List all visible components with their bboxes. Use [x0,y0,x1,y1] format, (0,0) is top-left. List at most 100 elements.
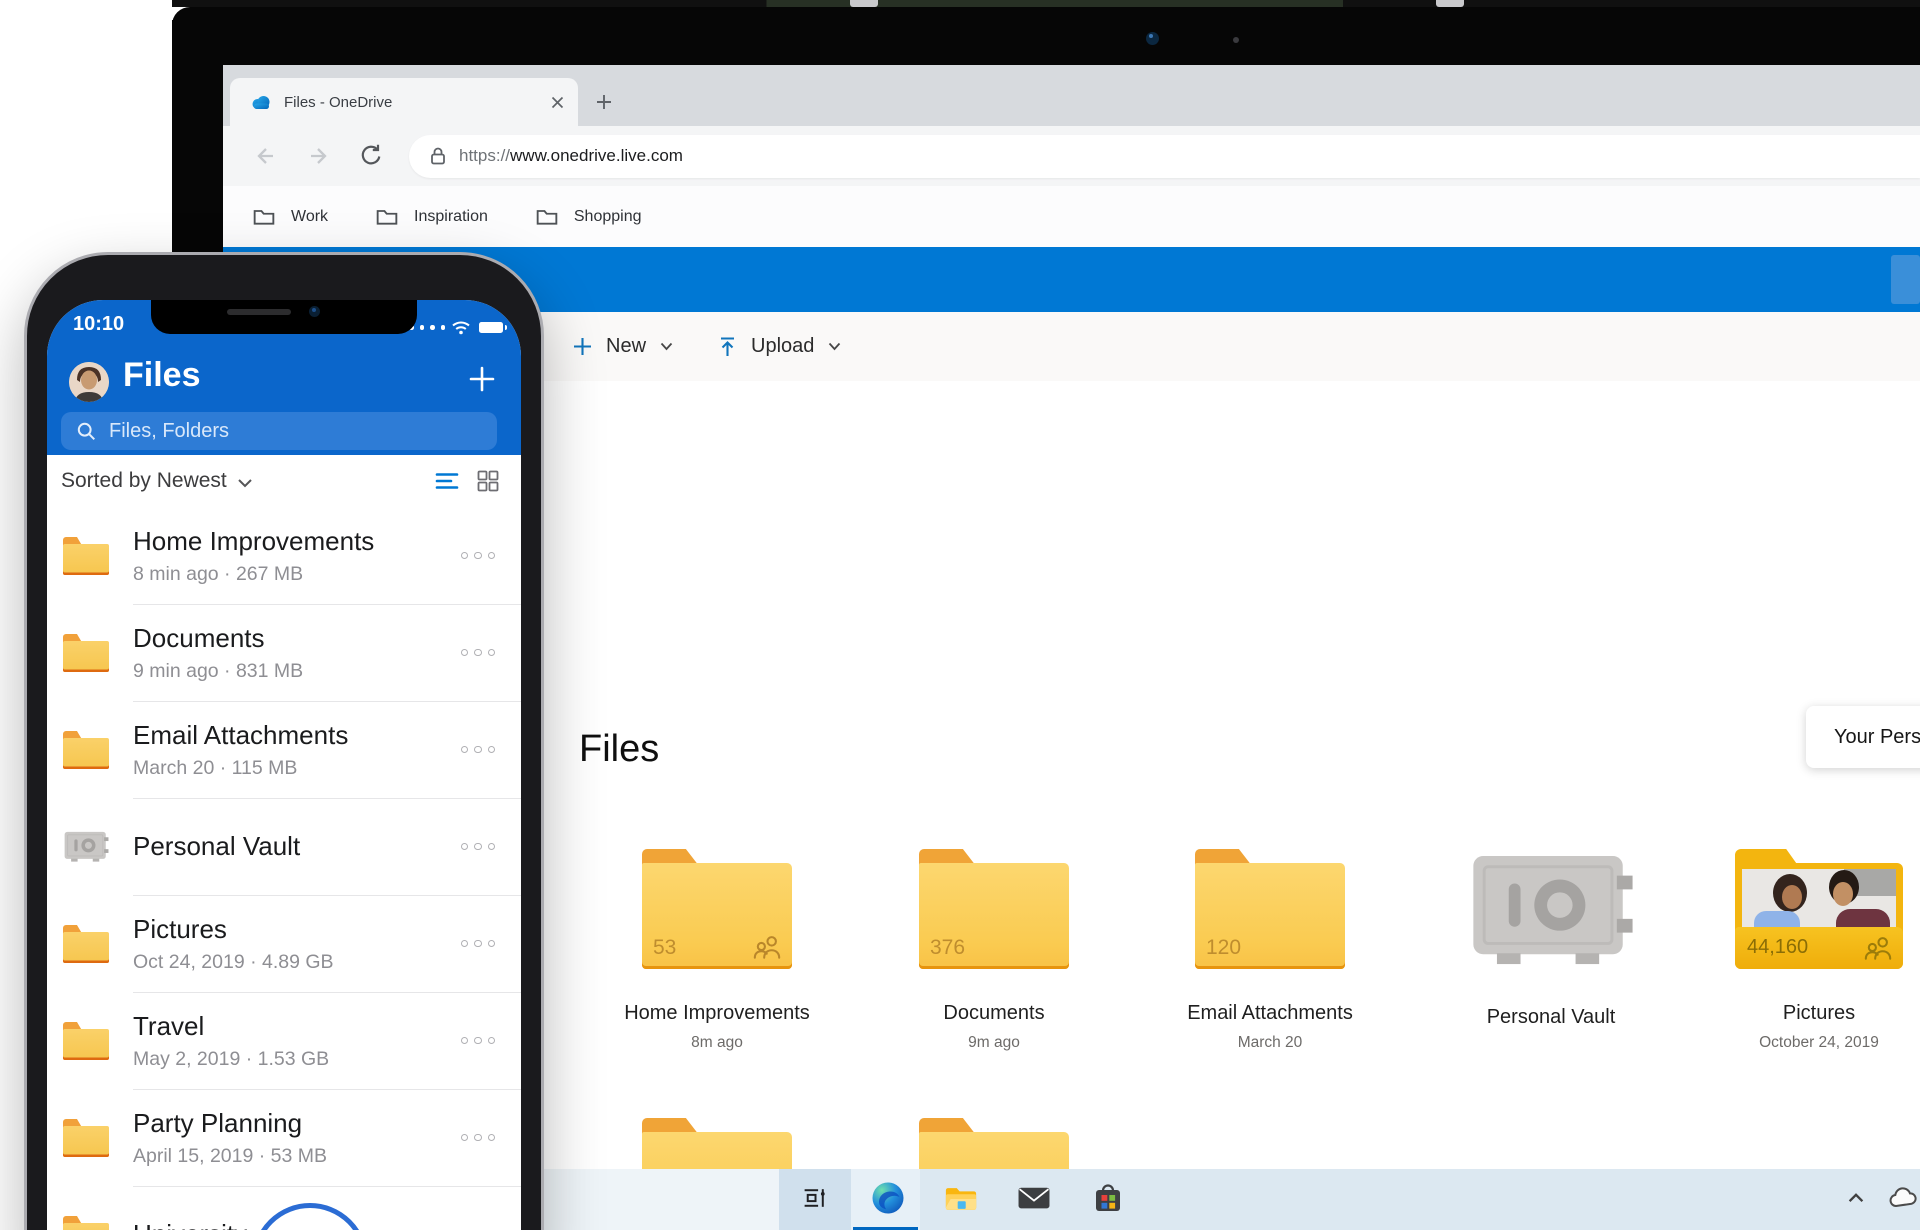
view-toggles [435,470,499,492]
folder-outline-icon [376,207,398,226]
phone-screen: 10:10 [47,300,521,1230]
speaker-icon [227,309,291,315]
task-view-button[interactable] [802,1185,829,1212]
bookmark-inspiration[interactable]: Inspiration [376,207,488,226]
tile-documents[interactable]: 376 Documents 9m ago [899,849,1089,1052]
grid-view-icon[interactable] [477,470,499,492]
list-item-personal-vault[interactable]: Personal Vault [47,798,521,895]
edge-icon [871,1181,905,1215]
url-host: www.onedrive.live.com [510,146,683,165]
screenshot-stage: Files - OneDrive [0,0,1920,1230]
tile-meta: October 24, 2019 [1724,1034,1914,1052]
sort-selector[interactable]: Sorted by Newest [61,469,227,493]
item-menu-button[interactable] [461,1134,496,1142]
laptop-lid-edge [172,0,1920,7]
signal-dot-icon [441,325,446,330]
item-name: Pictures [133,914,334,945]
edge-taskbar-button[interactable] [871,1181,905,1215]
tile-email-attachments[interactable]: 120 Email Attachments March 20 [1175,849,1365,1052]
back-button[interactable] [249,139,283,173]
wifi-icon [451,320,471,335]
item-menu-button[interactable] [461,843,496,851]
item-name: University [133,1219,247,1230]
safe-icon [63,830,109,864]
item-menu-button[interactable] [461,1037,496,1045]
new-button[interactable]: New [572,335,673,358]
tile-meta: 9m ago [899,1034,1089,1052]
item-meta: Oct 24, 2019 · 4.89 GB [133,951,334,974]
add-button[interactable] [467,364,497,394]
item-menu-button[interactable] [461,940,496,948]
list-item-email-attachments[interactable]: Email AttachmentsMarch 20 · 115 MB [47,701,521,798]
battery-icon [479,322,503,334]
search-input[interactable]: Files, Folders [61,412,497,450]
avatar[interactable] [69,362,109,402]
list-item-home-improvements[interactable]: Home Improvements8 min ago · 267 MB [47,507,521,604]
list-item-pictures[interactable]: Pictures Oct 24, 2019 · 4.89 GB [47,895,521,992]
browser-tab-strip: Files - OneDrive [223,65,1920,126]
phone-notch [151,300,417,334]
onedrive-favicon-icon [250,94,272,110]
avatar-photo [69,362,109,402]
back-arrow-icon [253,143,279,169]
folder-outline-icon [536,207,558,226]
list-item-travel[interactable]: TravelMay 2, 2019 · 1.53 GB [47,992,521,1089]
microsoft-store-button[interactable] [1093,1182,1123,1215]
tab-title: Files - OneDrive [284,94,551,111]
upload-label: Upload [751,335,814,358]
tile-home-improvements[interactable]: 53 Home Improvements 8m ago [622,849,812,1052]
tile-pictures[interactable]: 44,160 Pictures October 24, 2019 [1724,849,1914,1052]
plus-icon [572,336,593,357]
item-menu-button[interactable] [461,746,496,754]
new-label: New [606,335,646,358]
tile-personal-vault[interactable]: Personal Vault [1456,849,1646,1029]
personal-vault-callout[interactable]: Your Perso [1806,706,1920,768]
edge-active-underline [853,1227,918,1230]
folder-icon: 120 [1195,849,1345,969]
list-item-documents[interactable]: Documents9 min ago · 831 MB [47,604,521,701]
webcam-icon [1146,32,1159,45]
windows-taskbar [544,1169,1920,1230]
bookmark-work[interactable]: Work [253,207,328,226]
task-view-icon [802,1185,829,1212]
chevron-up-icon [1848,1193,1865,1204]
bookmark-label: Shopping [574,208,642,226]
tray-show-hidden-button[interactable] [1848,1193,1865,1204]
tile-name: Personal Vault [1456,1006,1646,1029]
suite-header-tile[interactable] [1891,255,1920,304]
item-meta: 8 min ago · 267 MB [133,563,374,586]
bookmarks-bar: Work Inspiration Shopping [223,186,1920,247]
new-tab-button[interactable] [593,91,615,113]
bookmark-shopping[interactable]: Shopping [536,207,642,226]
forward-arrow-icon [305,143,331,169]
mail-button[interactable] [1018,1186,1051,1211]
upload-icon [717,336,738,358]
tray-onedrive-button[interactable] [1888,1187,1920,1209]
refresh-button[interactable] [353,139,387,173]
chevron-down-icon [660,342,673,351]
browser-tab[interactable]: Files - OneDrive [230,78,578,126]
address-bar[interactable]: https://www.onedrive.live.com [409,135,1920,178]
folder-item-count: 120 [1206,936,1241,960]
tab-close-icon[interactable] [551,96,564,109]
laptop-hinge-cap [850,0,878,7]
shared-people-icon [1863,935,1893,960]
sort-bar: Sorted by Newest [47,455,521,507]
file-explorer-button[interactable] [944,1184,978,1213]
browser-toolbar: https://www.onedrive.live.com [223,126,1920,186]
upload-button[interactable]: Upload [717,335,841,358]
mail-icon [1018,1186,1051,1211]
photo-thumbnail [1742,869,1896,929]
list-view-icon[interactable] [435,472,459,490]
tile-meta: 8m ago [622,1034,812,1052]
folder-icon [63,537,109,575]
folder-icon [63,1216,109,1230]
item-name: Travel [133,1011,329,1042]
folder-icon [63,731,109,769]
list-item-party-planning[interactable]: Party PlanningApril 15, 2019 · 53 MB [47,1089,521,1186]
signal-dot-icon [430,325,435,330]
item-menu-button[interactable] [461,649,496,657]
item-menu-button[interactable] [461,552,496,560]
folder-icon [63,634,109,672]
forward-button[interactable] [301,139,335,173]
